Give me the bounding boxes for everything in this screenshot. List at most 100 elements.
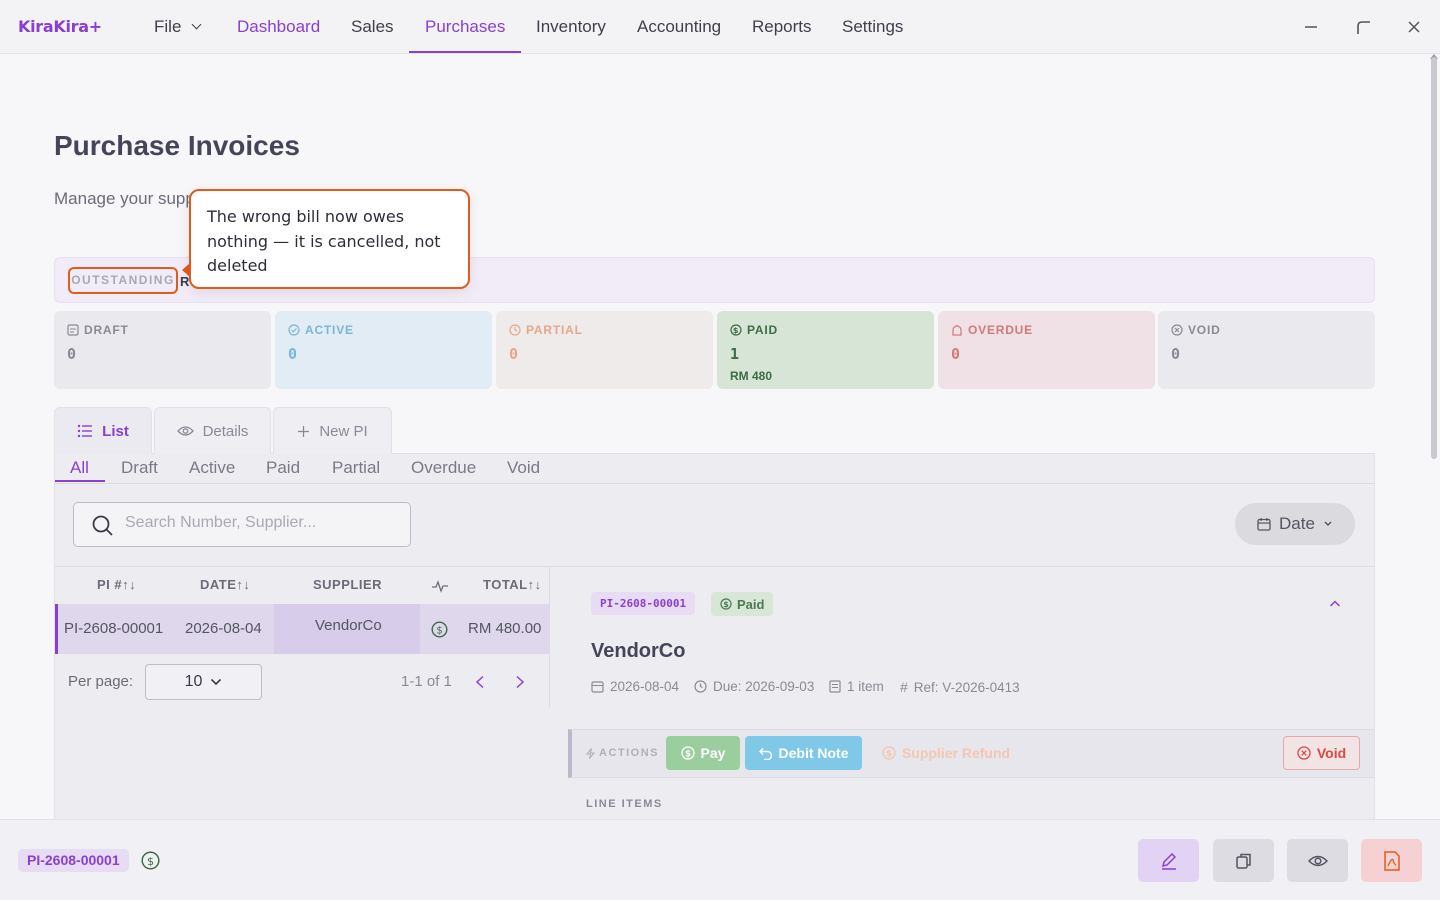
menu-dashboard[interactable]: Dashboard [237, 0, 320, 54]
column-header-pi-number[interactable]: PI #↑↓ [97, 577, 136, 592]
stat-label: ACTIVE [305, 323, 354, 337]
alarm-icon [952, 325, 962, 336]
top-bar: KiraKira+ File Dashboard Sales Purchases… [0, 0, 1440, 54]
stat-count: 1 [730, 345, 740, 363]
tab-new-pi[interactable]: New PI [273, 407, 392, 454]
plus-icon [298, 425, 310, 437]
preview-button[interactable] [1287, 839, 1348, 882]
stat-card-draft[interactable]: DRAFT 0 [54, 311, 271, 389]
line-items-heading: LINE ITEMS [586, 798, 663, 810]
table-divider [55, 566, 1374, 567]
filter-tab-paid[interactable]: Paid [266, 458, 300, 478]
meta-ref: # Ref: V-2026-0413 [900, 679, 1020, 695]
filter-tab-overdue[interactable]: Overdue [411, 458, 476, 478]
vendor-name: VendorCo [591, 640, 686, 662]
calendar-icon [591, 681, 604, 693]
stat-count: 0 [288, 345, 298, 363]
filter-tab-active[interactable]: Active [189, 458, 235, 478]
chevron-up-icon[interactable] [1329, 599, 1341, 608]
debit-note-button[interactable]: Debit Note [745, 736, 862, 770]
menu-file[interactable]: File [154, 0, 202, 54]
per-page-value: 10 [184, 673, 203, 690]
column-header-date[interactable]: DATE↑↓ [200, 577, 250, 592]
page-title: Purchase Invoices [54, 130, 300, 161]
tab-new-pi-label: New PI [319, 422, 368, 440]
app-logo: KiraKira+ [18, 17, 102, 36]
void-button-label: Void [1316, 745, 1347, 761]
scrollbar[interactable] [1431, 57, 1437, 459]
tab-details[interactable]: Details [154, 407, 271, 454]
tab-list-label: List [102, 422, 129, 440]
stat-card-overdue[interactable]: OVERDUE 0 [938, 311, 1155, 389]
stat-card-paid[interactable]: $ PAID 1 RM 480 [717, 311, 934, 389]
date-filter-button[interactable]: Date [1235, 503, 1355, 545]
stat-label: DRAFT [84, 323, 129, 337]
stat-card-void[interactable]: VOID 0 [1158, 311, 1375, 389]
chevron-left-icon[interactable] [474, 675, 486, 689]
stat-label-row: $ PAID [730, 323, 921, 337]
filter-tab-draft[interactable]: Draft [121, 458, 158, 478]
dollar-circle-icon: $ [720, 598, 732, 610]
svg-text:$: $ [723, 600, 729, 609]
stat-card-partial[interactable]: PARTIAL 0 [496, 311, 713, 389]
x-circle-icon [1171, 324, 1183, 336]
clock-icon [694, 680, 707, 693]
eye-icon [176, 426, 194, 436]
supplier-refund-button[interactable]: $ Supplier Refund [871, 736, 1021, 770]
pdf-button[interactable] [1361, 839, 1422, 882]
stat-label: OVERDUE [968, 323, 1033, 337]
search-icon [92, 515, 113, 536]
filter-tab-void[interactable]: Void [507, 458, 540, 478]
stat-amount: RM 480 [730, 369, 773, 383]
per-page-select[interactable]: 10 [145, 664, 262, 700]
stat-card-active[interactable]: ACTIVE 0 [275, 311, 492, 389]
column-header-total[interactable]: TOTAL↑↓ [483, 577, 542, 592]
svg-text:$: $ [733, 326, 739, 335]
menu-sales[interactable]: Sales [351, 0, 394, 54]
dollar-circle-icon: $ [431, 621, 448, 638]
tab-list[interactable]: List [54, 407, 152, 454]
supplier-refund-label: Supplier Refund [901, 745, 1011, 761]
meta-ref-value: Ref: V-2026-0413 [913, 679, 1020, 695]
chevron-down-icon [211, 678, 222, 686]
menu-settings[interactable]: Settings [842, 0, 903, 54]
menu-reports[interactable]: Reports [752, 0, 812, 54]
void-button[interactable]: Void [1283, 736, 1360, 770]
chevron-right-icon[interactable] [514, 675, 526, 689]
selected-pi-number: PI-2608-00001 [18, 849, 129, 872]
actions-label: ACTIONS [586, 747, 659, 759]
column-header-supplier: SUPPLIER [313, 577, 383, 592]
document-icon [829, 680, 841, 693]
annotation-tooltip: The wrong bill now owes nothing — it is … [189, 189, 470, 289]
close-icon[interactable] [1401, 14, 1427, 40]
dollar-circle-icon: $ [730, 324, 742, 336]
row-total: RM 480.00 [468, 620, 542, 637]
minimize-icon[interactable] [1298, 14, 1324, 40]
maximize-icon[interactable] [1351, 14, 1377, 40]
stat-count: 0 [951, 345, 961, 363]
pagination-range: 1-1 of 1 [401, 673, 452, 690]
menu-file-label: File [154, 17, 182, 36]
stat-count: 0 [509, 345, 519, 363]
meta-items: 1 item [829, 679, 884, 694]
menu-purchases[interactable]: Purchases [425, 0, 505, 54]
pdf-icon [1383, 850, 1400, 871]
meta-due-value: Due: 2026-09-03 [713, 679, 815, 694]
svg-text:$: $ [886, 750, 892, 760]
filter-tabs [54, 454, 1374, 484]
meta-items-value: 1 item [847, 679, 884, 694]
stat-label: PAID [747, 323, 778, 337]
active-filter-indicator [55, 480, 105, 482]
actions-label-text: ACTIONS [599, 747, 659, 759]
search-placeholder: Search Number, Supplier... [125, 514, 317, 531]
stat-label-row: ACTIVE [288, 323, 479, 337]
menu-accounting[interactable]: Accounting [637, 0, 721, 54]
filter-tab-all[interactable]: All [70, 458, 89, 478]
stat-label-row: PARTIAL [509, 323, 700, 337]
stat-label: PARTIAL [526, 323, 583, 337]
filter-tab-partial[interactable]: Partial [332, 458, 380, 478]
duplicate-button[interactable] [1213, 839, 1274, 882]
edit-button[interactable] [1138, 839, 1199, 882]
pay-button[interactable]: $ Pay [666, 736, 740, 770]
menu-inventory[interactable]: Inventory [536, 0, 606, 54]
